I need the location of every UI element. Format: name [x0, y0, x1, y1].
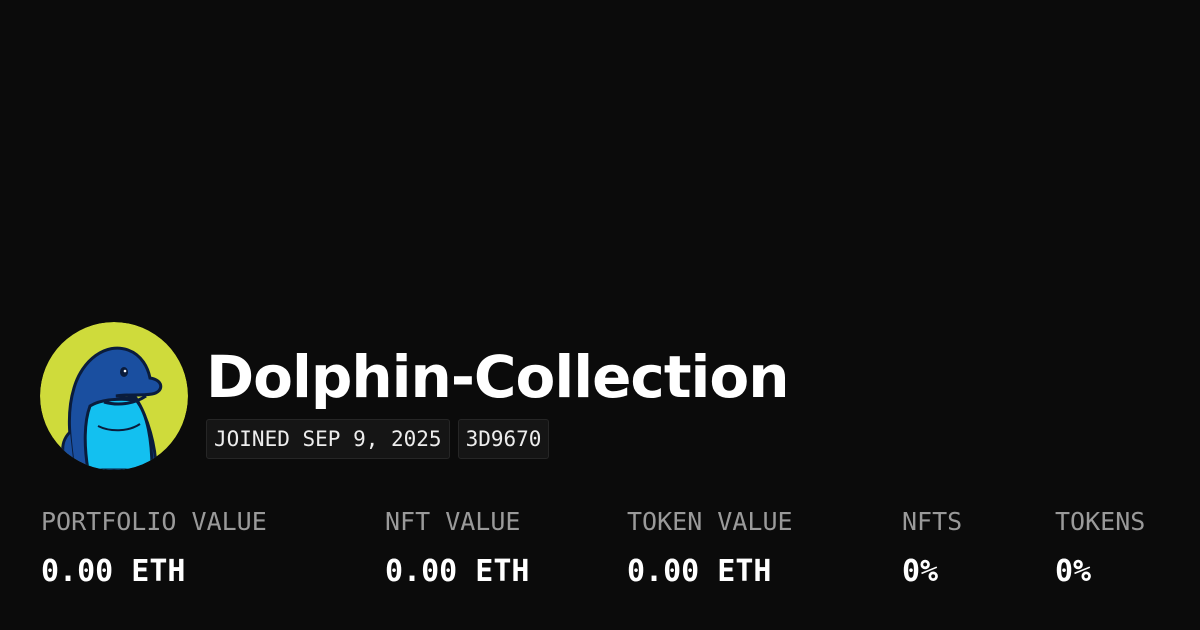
dolphin-avatar-icon — [40, 322, 188, 470]
stat-portfolio-value: PORTFOLIO VALUE 0.00 ETH — [41, 504, 267, 590]
stat-value: 0% — [902, 554, 939, 589]
stat-nfts: NFTS 0% — [902, 504, 962, 590]
joined-date-badge: JOINED SEP 9, 2025 — [206, 419, 450, 459]
id-badge: 3D9670 — [457, 419, 550, 459]
stat-value: 0.00 ETH — [385, 554, 530, 589]
stat-value: 0.00 ETH — [627, 554, 772, 589]
avatar — [40, 322, 188, 470]
stat-label: NFT VALUE — [385, 507, 521, 536]
stat-label: NFTS — [902, 507, 963, 536]
stat-nft-value: NFT VALUE 0.00 ETH — [385, 504, 530, 590]
stat-value: 0% — [1055, 554, 1092, 589]
profile-name: Dolphin-Collection — [206, 343, 790, 411]
stat-tokens: TOKENS 0% — [1055, 504, 1145, 590]
stat-label: TOKEN VALUE — [627, 507, 793, 536]
stat-value: 0.00 ETH — [41, 554, 186, 589]
profile-tags: JOINED SEP 9, 2025 3D9670 — [206, 419, 550, 459]
stat-token-value: TOKEN VALUE 0.00 ETH — [627, 504, 793, 590]
stat-label: TOKENS — [1055, 507, 1146, 536]
stat-label: PORTFOLIO VALUE — [41, 507, 267, 536]
